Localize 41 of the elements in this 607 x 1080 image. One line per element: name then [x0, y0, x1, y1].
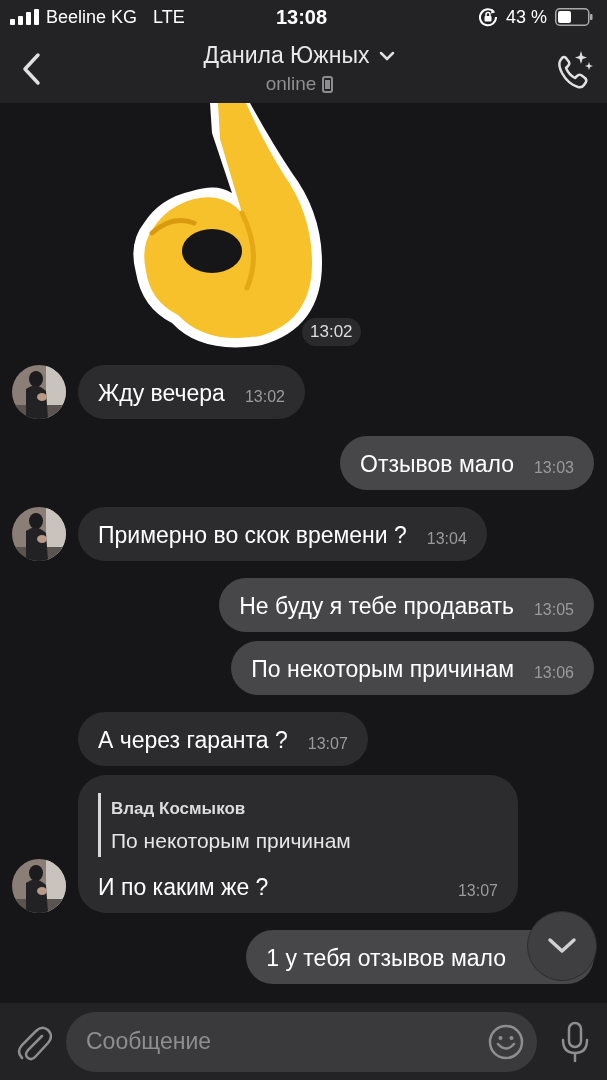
phone-device-icon — [322, 75, 334, 93]
message-bubble[interactable]: По некоторым причинам 13:06 — [231, 641, 594, 695]
message-bubble[interactable]: А через гаранта ? 13:07 — [78, 712, 368, 766]
microphone-icon[interactable] — [559, 1020, 591, 1063]
reply-author: Влад Космыков — [111, 798, 247, 820]
rotation-lock-icon — [477, 7, 498, 27]
message-time: 13:07 — [457, 882, 498, 901]
message-bubble[interactable]: Примерно во скок времени ? 13:04 — [78, 507, 487, 561]
message-text: Не буду я тебе продавать — [239, 592, 514, 620]
message-text: И по каким же ? — [98, 873, 270, 901]
battery-percent: 43 % — [505, 6, 547, 28]
message-input-field[interactable]: Сообщение — [66, 1011, 537, 1072]
message-text: Примерно во скок времени ? — [98, 521, 407, 549]
message-bubble[interactable]: Отзывов мало 13:03 — [340, 436, 594, 490]
chevron-down-icon[interactable] — [379, 50, 396, 61]
chevron-down-icon[interactable] — [547, 937, 577, 955]
carrier-name: Beeline KG — [46, 6, 138, 28]
message-time: 13:05 — [533, 601, 574, 620]
message-bubble[interactable]: Не буду я тебе продавать 13:05 — [219, 578, 594, 632]
message-bubble[interactable]: Влад Космыков По некоторым причинам И по каким же ? 13:07 — [78, 775, 518, 913]
network-type: LTE — [153, 6, 185, 28]
contact-name[interactable]: Данила Южных — [203, 42, 370, 69]
message-time: 13:07 — [307, 735, 348, 754]
battery-icon — [555, 8, 593, 26]
emoji-icon[interactable] — [487, 1022, 525, 1061]
reply-text: По некоторым причинам — [111, 828, 352, 854]
clock: 13:08 — [275, 5, 328, 29]
reply-quote[interactable]: Влад Космыков По некоторым причинам — [98, 793, 498, 857]
message-time: 13:03 — [533, 459, 574, 478]
message-text: Жду вечера — [98, 379, 225, 407]
message-text: По некоторым причинам — [251, 655, 514, 683]
sticker-time: 13:02 — [302, 318, 361, 346]
message-text: А через гаранта ? — [98, 726, 288, 754]
contact-status: online — [265, 73, 317, 95]
message-text: 1 у тебя отзывов мало — [266, 944, 506, 972]
signal-icon — [10, 9, 40, 25]
message-bubble[interactable]: Жду вечера 13:02 — [78, 365, 305, 419]
message-time: 13:02 — [244, 388, 285, 407]
message-time: 13:04 — [426, 530, 467, 549]
message-text: Отзывов мало — [360, 450, 514, 478]
message-time: 13:06 — [533, 664, 574, 683]
